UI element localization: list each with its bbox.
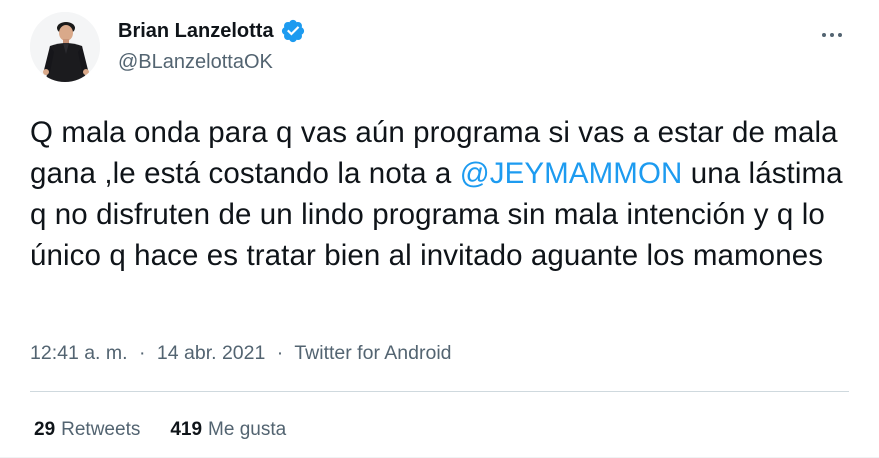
tweet-date[interactable]: 14 abr. 2021 [157, 342, 265, 364]
avatar[interactable] [30, 12, 100, 82]
likes-stat[interactable]: 419 Me gusta [170, 417, 286, 443]
retweets-count: 29 [34, 419, 56, 440]
more-options-icon [822, 33, 842, 37]
meta-separator: · [276, 342, 284, 364]
likes-count: 419 [170, 419, 203, 440]
tweet-text: Q mala onda para q vas aún programa si v… [30, 112, 845, 276]
author-handle[interactable]: @BLanzelottaOK [118, 49, 273, 75]
verified-badge-icon [281, 19, 304, 43]
tweet-meta: 12:41 a. m. · 14 abr. 2021 · Twitter for… [30, 340, 452, 366]
avatar-photo [30, 12, 100, 82]
retweets-stat[interactable]: 29 Retweets [34, 417, 140, 443]
author-name-row[interactable]: Brian Lanzelotta [118, 18, 306, 44]
likes-label: Me gusta [208, 419, 287, 440]
tweet-stats: 29 Retweets 419 Me gusta [34, 417, 286, 443]
tweet-time[interactable]: 12:41 a. m. [30, 342, 128, 364]
meta-separator: · [138, 342, 146, 364]
tweet-card: Brian Lanzelotta @BLanzelottaOK Q mala o… [0, 0, 879, 458]
more-options-button[interactable] [815, 18, 849, 52]
tweet-source[interactable]: Twitter for Android [294, 342, 451, 364]
mention-link[interactable]: @JEYMAMMON [460, 157, 683, 190]
retweets-label: Retweets [61, 419, 141, 440]
divider [30, 391, 849, 392]
author-name[interactable]: Brian Lanzelotta [118, 18, 274, 44]
